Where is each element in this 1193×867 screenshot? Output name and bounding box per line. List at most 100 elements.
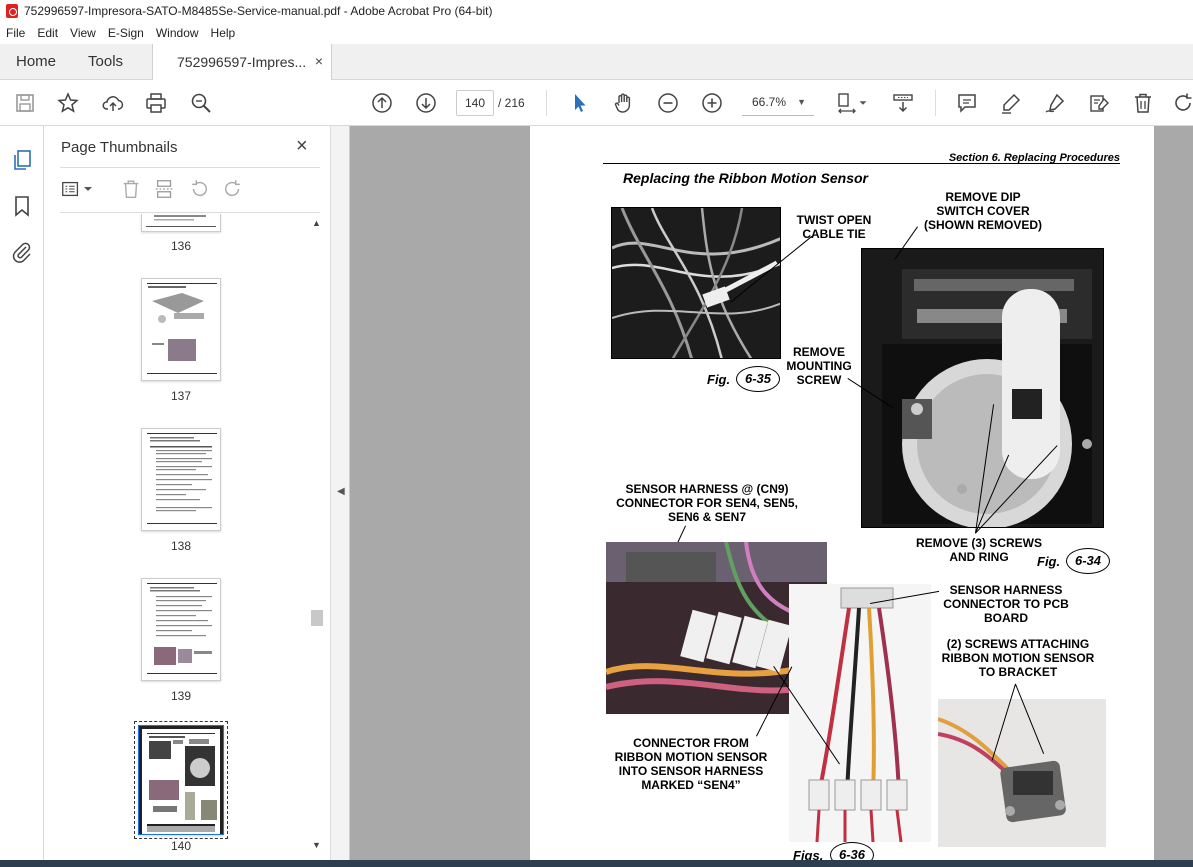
attachment-icon[interactable]	[10, 240, 34, 264]
zoom-search-icon[interactable]	[188, 90, 214, 116]
previous-page-icon[interactable]	[369, 90, 395, 116]
left-navigation-rail	[0, 126, 44, 867]
page-thumbnails-icon[interactable]	[10, 148, 34, 172]
taskbar-edge	[0, 860, 1193, 867]
toolbar-divider	[935, 90, 936, 116]
page-thumbnail[interactable]	[141, 428, 221, 531]
pdf-page: Section 6. Replacing Procedures Replacin…	[530, 126, 1154, 867]
tab-close-icon[interactable]: ×	[315, 53, 323, 69]
menu-help[interactable]: Help	[209, 26, 238, 40]
annotation-line: BOARD	[984, 611, 1028, 625]
cloud-upload-icon[interactable]	[100, 90, 126, 116]
scroll-up-icon[interactable]: ▲	[312, 218, 321, 228]
document-canvas[interactable]: Section 6. Replacing Procedures Replacin…	[350, 126, 1193, 867]
edit-pdf-icon[interactable]	[1086, 90, 1112, 116]
rotate-icon[interactable]	[1172, 90, 1193, 116]
thumbnail-scrollbar[interactable]: ▲ ▼	[310, 218, 324, 858]
annotation-line: AND RING	[949, 550, 1009, 564]
annotation-line: CABLE TIE	[802, 227, 866, 241]
thumbnail-options-icon[interactable]	[60, 178, 82, 200]
thumbnail-label: 137	[170, 389, 192, 403]
annotation-line: RIBBON MOTION SENSOR	[614, 750, 768, 764]
annotation-remove-screws-ring: REMOVE (3) SCREWS AND RING	[906, 536, 1052, 564]
annotation-line: MOUNTING	[786, 359, 852, 373]
rotate-right-icon[interactable]	[222, 178, 244, 200]
figure-label: Fig.	[707, 372, 731, 387]
panel-divider	[60, 167, 320, 168]
pdf-file-icon	[6, 4, 18, 18]
menu-window[interactable]: Window	[154, 26, 201, 40]
sensor-bracket-photo	[938, 699, 1106, 847]
cable-tie-photo	[611, 207, 781, 359]
annotation-line: RIBBON MOTION SENSOR	[941, 651, 1095, 665]
page-total: / 216	[498, 96, 525, 110]
save-icon[interactable]	[12, 90, 38, 116]
sensor-harness-photo	[789, 584, 931, 842]
comment-icon[interactable]	[954, 90, 980, 116]
zoom-out-icon[interactable]	[655, 90, 681, 116]
tab-bar: Home Tools 752996597-Impres... ×	[0, 44, 1193, 80]
highlight-pen-icon[interactable]	[998, 90, 1024, 116]
annotation-line: CONNECTOR TO PCB	[943, 597, 1069, 611]
select-cursor-icon[interactable]	[566, 90, 592, 116]
panel-title: Page Thumbnails	[61, 139, 178, 156]
hand-tool-icon[interactable]	[611, 90, 637, 116]
chevron-down-icon[interactable]	[856, 90, 870, 116]
print-icon[interactable]	[143, 90, 169, 116]
page-thumbnail[interactable]	[141, 578, 221, 681]
rotate-left-icon[interactable]	[188, 178, 210, 200]
annotation-twist-cable: TWIST OPEN CABLE TIE	[792, 213, 876, 241]
menu-view[interactable]: View	[68, 26, 98, 40]
scrollbar-thumb[interactable]	[311, 610, 323, 626]
delete-icon[interactable]	[1130, 90, 1156, 116]
annotation-line: INTO SENSOR HARNESS	[618, 764, 764, 778]
thumbnail-toolbar	[60, 176, 320, 204]
annotation-line: TO BRACKET	[978, 665, 1058, 679]
insert-page-icon[interactable]	[154, 178, 176, 200]
annotation-sensor-harness-pcb: SENSOR HARNESS CONNECTOR TO PCB BOARD	[926, 583, 1086, 625]
zoom-level-select[interactable]: 66.7% ▼	[742, 90, 814, 116]
menu-esign[interactable]: E-Sign	[106, 26, 146, 40]
thumbnail-label: 136	[170, 239, 192, 253]
annotation-line: (2) SCREWS ATTACHING	[946, 637, 1090, 651]
tab-tools[interactable]: Tools	[72, 44, 139, 79]
scroll-mode-icon[interactable]	[890, 90, 916, 116]
star-icon[interactable]	[55, 90, 81, 116]
page-number-input[interactable]: 140	[456, 90, 494, 116]
bookmark-icon[interactable]	[10, 194, 34, 218]
page-heading: Replacing the Ribbon Motion Sensor	[623, 170, 868, 186]
annotation-line: CONNECTOR FROM	[633, 736, 749, 750]
thumbnail-label: 138	[170, 539, 192, 553]
annotation-remove-screw: REMOVE MOUNTING SCREW	[776, 345, 862, 387]
leader-line	[677, 525, 686, 543]
zoom-in-icon[interactable]	[699, 90, 725, 116]
chevron-down-icon: ▼	[797, 97, 806, 107]
delete-page-icon[interactable]	[120, 178, 142, 200]
toolbar-divider	[546, 90, 547, 116]
panel-splitter[interactable]: ◀	[330, 126, 350, 867]
tab-document[interactable]: 752996597-Impres... ×	[152, 44, 332, 80]
annotation-line: SENSOR HARNESS @ (CN9)	[625, 482, 789, 496]
title-bar: 752996597-Impresora-SATO-M8485Se-Service…	[0, 0, 1193, 22]
sign-pen-icon[interactable]	[1042, 90, 1068, 116]
annotation-connector-from: CONNECTOR FROM RIBBON MOTION SENSOR INTO…	[608, 736, 774, 792]
page-thumbnail-selected[interactable]	[134, 721, 228, 839]
annotation-line: CONNECTOR FOR SEN4, SEN5,	[616, 496, 798, 510]
tab-home[interactable]: Home	[0, 44, 72, 79]
page-thumbnail[interactable]	[141, 278, 221, 381]
menu-edit[interactable]: Edit	[35, 26, 60, 40]
scroll-down-icon[interactable]: ▼	[312, 840, 321, 850]
annotation-line: (SHOWN REMOVED)	[924, 218, 1042, 232]
figure-label: Fig.	[1037, 554, 1061, 569]
window-title: 752996597-Impresora-SATO-M8485Se-Service…	[24, 4, 493, 18]
thumbnail-label: 140	[170, 839, 192, 853]
annotation-remove-dip: REMOVE DIP SWITCH COVER (SHOWN REMOVED)	[918, 190, 1048, 232]
collapse-panel-icon[interactable]: ◀	[337, 486, 345, 497]
panel-divider	[60, 212, 320, 213]
menu-file[interactable]: File	[4, 26, 27, 40]
page-thumbnail[interactable]	[141, 214, 221, 232]
annotation-line: SENSOR HARNESS	[949, 583, 1063, 597]
next-page-icon[interactable]	[413, 90, 439, 116]
chevron-down-icon[interactable]	[82, 178, 94, 200]
close-icon[interactable]: ×	[296, 135, 308, 158]
